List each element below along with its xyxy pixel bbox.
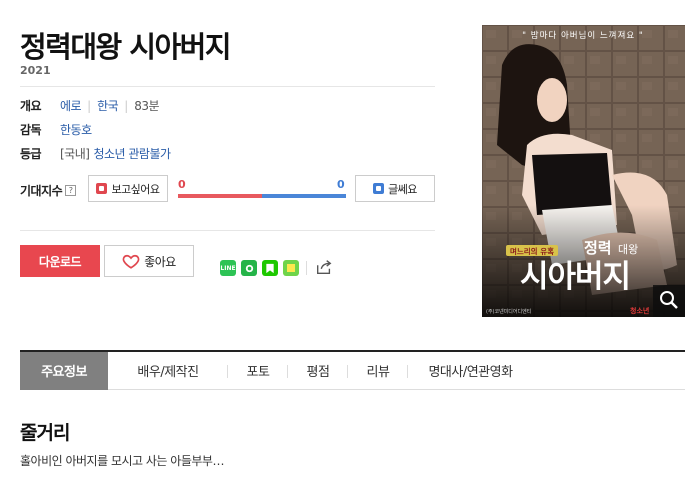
heart-icon [122, 254, 140, 269]
question-icon[interactable]: ? [65, 185, 77, 196]
runtime: 83분 [134, 99, 160, 113]
poster-tagline: " 밤마다 아버님이 느껴져요 " [522, 30, 644, 41]
movie-year: 2021 [20, 64, 51, 77]
meh-count: 0 [337, 178, 345, 191]
expectation-bar [178, 194, 346, 198]
rating-prefix: [국내] [60, 147, 90, 161]
overview-row: 개요 에로 | 한국 | 83분 [20, 97, 160, 114]
poster-corner-red: 청소년 [630, 306, 649, 315]
poster-credits: (주)코넨미디어디엔티 [486, 308, 531, 315]
synopsis-title: 줄거리 [20, 422, 70, 444]
tab-photos[interactable]: 포토 [228, 352, 288, 390]
tab-label: 포토 [246, 365, 270, 380]
share-icon[interactable] [315, 258, 333, 276]
meh-button[interactable]: 글쎄요 [355, 175, 435, 202]
tab-ratings[interactable]: 평점 [288, 352, 348, 390]
overview-label: 개요 [20, 99, 42, 113]
expectation-label-text: 기대지수 [20, 184, 63, 198]
tab-label: 명대사/연관영화 [428, 365, 513, 380]
poster-badge: 며느리의 유혹 [510, 246, 554, 256]
naver-band-icon[interactable] [241, 260, 257, 276]
director-link[interactable]: 한동호 [60, 121, 92, 138]
want-count: 0 [178, 178, 186, 191]
tab-label: 배우/제작진 [137, 365, 199, 380]
divider [306, 261, 307, 275]
poster-image: " 밤마다 아버님이 느껴져요 " 며느리의 유혹 정력 대왕 시아버지 (주)… [482, 25, 685, 317]
tab-main-info[interactable]: 주요정보 [20, 351, 108, 390]
tab-quotes-related[interactable]: 명대사/연관영화 [408, 352, 533, 390]
tab-label: 주요정보 [41, 365, 87, 380]
tab-label: 평점 [306, 365, 330, 380]
tab-label: 리뷰 [366, 365, 390, 380]
rating-label: 등급 [20, 147, 42, 161]
want-bar-fill [178, 194, 262, 198]
tab-cast-crew[interactable]: 배우/제작진 [108, 352, 228, 390]
divider [20, 86, 435, 87]
director-row: 감독 한동호 [20, 121, 92, 138]
synopsis-text: 홀아비인 아버지를 모시고 사는 아들부부… [20, 454, 224, 468]
kakao-icon[interactable] [283, 260, 299, 276]
meh-label: 글쎄요 [388, 182, 417, 196]
country-link[interactable]: 한국 [97, 97, 119, 114]
like-button[interactable]: 좋아요 [104, 245, 194, 277]
tab-reviews[interactable]: 리뷰 [348, 352, 408, 390]
divider [20, 230, 435, 231]
want-to-see-button[interactable]: 보고싶어요 [88, 175, 168, 202]
want-to-see-label: 보고싶어요 [111, 182, 160, 196]
thumbs-up-icon [96, 183, 108, 194]
separator: | [124, 98, 129, 113]
genre-link[interactable]: 에로 [60, 97, 82, 114]
magnifier-icon[interactable] [653, 285, 685, 317]
download-button[interactable]: 다운로드 [20, 245, 100, 277]
poster-title-line2: 시아버지 [520, 259, 630, 295]
rating-link[interactable]: 청소년 관람불가 [93, 145, 171, 162]
expectation-label: 기대지수 ? [20, 182, 77, 199]
line-icon[interactable]: LINE [220, 260, 236, 276]
share-icons: LINE [220, 260, 304, 276]
movie-title: 정력대왕 시아버지 [20, 30, 232, 64]
like-label: 좋아요 [144, 254, 176, 269]
tab-bar: 주요정보 배우/제작진 포토 평점 리뷰 명대사/연관영화 [20, 350, 685, 390]
poster-title-line1-big: 정력 [584, 239, 612, 257]
director-label: 감독 [20, 123, 42, 137]
movie-poster[interactable]: " 밤마다 아버님이 느껴져요 " 며느리의 유혹 정력 대왕 시아버지 (주)… [482, 25, 685, 317]
poster-title-line1-small: 대왕 [618, 243, 638, 256]
separator: | [87, 98, 92, 113]
naver-bookmark-icon[interactable] [262, 260, 278, 276]
meh-bar-fill [262, 194, 346, 198]
thumbs-down-icon [373, 183, 385, 194]
rating-row: 등급 [국내] 청소년 관람불가 [20, 145, 171, 162]
